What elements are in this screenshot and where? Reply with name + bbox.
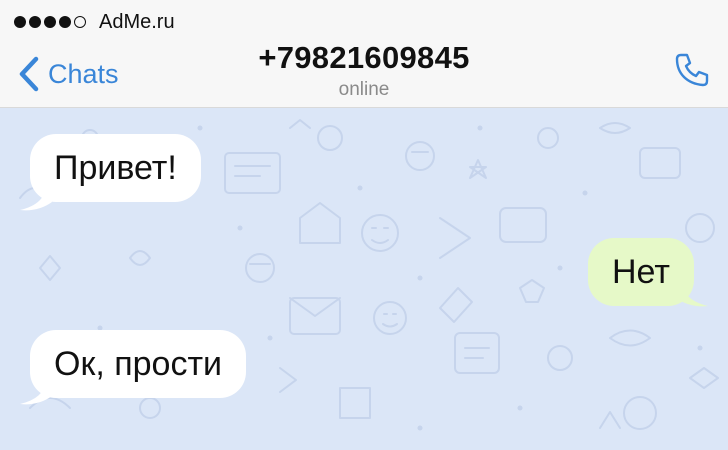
message-area[interactable]: Привет! Нет Ок, прости [0,108,728,450]
phone-icon[interactable] [672,50,712,90]
carrier-name: AdMe.ru [99,10,175,33]
signal-dot [59,16,71,28]
contact-info[interactable]: +79821609845 online [0,38,728,102]
contact-status: online [338,79,390,100]
signal-dot [14,16,26,28]
chat-header: AdMe.ru Chats +79821609845 online [0,0,728,108]
signal-dot [44,16,56,28]
message-text: Ок, прости [54,345,223,383]
status-bar: AdMe.ru [14,10,175,34]
message-text: Привет! [54,149,177,187]
message-outgoing[interactable]: Нет [588,238,694,306]
message-text: Нет [612,253,670,291]
signal-dot-empty [74,16,86,28]
message-incoming[interactable]: Ок, прости [30,330,247,398]
message-incoming[interactable]: Привет! [30,134,201,202]
contact-phone-number: +79821609845 [258,40,470,75]
signal-dot [29,16,41,28]
